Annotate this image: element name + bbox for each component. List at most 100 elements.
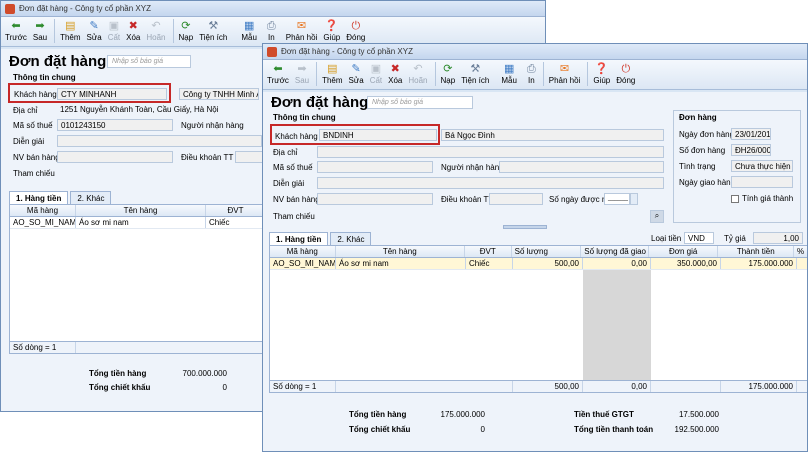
utility-button[interactable]: ⚒ Tiện ích <box>199 19 227 42</box>
panel-splitter[interactable] <box>503 225 547 229</box>
col-code-header[interactable]: Mã hàng <box>10 205 76 216</box>
quote-search-input[interactable]: Nhập số báo giá <box>367 96 473 109</box>
total-payment-label: Tổng tiền thanh toán <box>574 425 654 434</box>
cell-code: AO_SO_MI_NAM <box>10 217 76 228</box>
currency-select[interactable]: VND <box>684 232 714 244</box>
footer-spacer <box>336 381 513 392</box>
help-button[interactable]: ❓ Giúp <box>593 62 610 85</box>
explain-field[interactable] <box>317 177 664 189</box>
order-date-field[interactable]: 23/01/2016 <box>731 128 771 140</box>
help-icon: ❓ <box>324 20 339 32</box>
edit-button[interactable]: ✎ Sửa <box>87 19 102 42</box>
delete-button[interactable]: ✖ Xóa <box>126 19 140 42</box>
back-button[interactable]: ⬅ Trước <box>5 19 27 42</box>
col-qty-header[interactable]: Số lượng <box>512 246 582 257</box>
col-unit-header[interactable]: ĐVT <box>206 205 266 216</box>
explain-field[interactable] <box>57 135 262 147</box>
col-unit-header[interactable]: ĐVT <box>465 246 512 257</box>
col-percent-header[interactable]: % <box>794 246 807 257</box>
add-button[interactable]: ▤ Thêm <box>322 62 342 85</box>
salesperson-field[interactable] <box>317 193 433 205</box>
col-name-header[interactable]: Tên hàng <box>76 205 206 216</box>
search-icon: ⌕ <box>654 211 660 220</box>
customer-name-field[interactable]: Công ty TNHH Minh Anh <box>179 88 259 100</box>
print-icon: ⎙ <box>266 20 276 32</box>
section-order: Đơn hàng <box>679 113 717 122</box>
col-name-header[interactable]: Tên hàng <box>336 246 465 257</box>
col-code-header[interactable]: Mã hàng <box>270 246 336 257</box>
undo-button[interactable]: ↶ Hoãn <box>146 19 165 42</box>
power-icon: ⏻ <box>351 20 361 32</box>
table-row[interactable]: AO_SO_MI_NAM Áo sơ mi nam Chiếc 500,00 0… <box>270 258 807 270</box>
tab-other[interactable]: 2. Khác <box>70 191 112 205</box>
footer-spacer <box>651 381 721 392</box>
add-button[interactable]: ▤ Thêm <box>60 19 80 42</box>
receiver-label: Người nhận hàng <box>441 163 504 172</box>
rate-field[interactable]: 1,00 <box>753 232 803 244</box>
status-select[interactable]: Chưa thực hiện <box>731 160 793 172</box>
tab-other[interactable]: 2. Khác <box>330 232 372 246</box>
terms-field[interactable] <box>489 193 543 205</box>
add-document-icon: ▤ <box>327 63 338 75</box>
load-button[interactable]: ⟳ Nạp <box>441 62 456 85</box>
table-row[interactable]: AO_SO_MI_NAM Áo sơ mi nam Chiếc <box>10 217 270 229</box>
delivery-date-field[interactable] <box>731 176 793 188</box>
order-no-field[interactable]: ĐH26/0002 <box>731 144 771 156</box>
front-grid: Mã hàng Tên hàng ĐVT Số lượng Số lượng đ… <box>269 245 807 393</box>
total-payment-value: 192.500.000 <box>674 425 720 434</box>
col-delivered-header[interactable]: Số lượng đã giao <box>581 246 649 257</box>
close-button[interactable]: ⏻ Đóng <box>346 19 365 42</box>
help-button[interactable]: ❓ Giúp <box>323 19 340 42</box>
highlight-box <box>270 124 440 145</box>
calc-price-checkbox[interactable]: Tính giá thành <box>731 194 793 203</box>
print-icon: ⎙ <box>526 63 536 75</box>
col-price-header[interactable]: Đơn giá <box>649 246 719 257</box>
tax-code-field[interactable] <box>317 161 433 173</box>
col-amount-header[interactable]: Thành tiền <box>718 246 795 257</box>
total-goods-value: 175.000.000 <box>440 410 486 419</box>
front-toolbar: ⬅ Trước ➡ Sau ▤ Thêm ✎ Sửa ▣ Cất ✖ Xóa ↶ Hoãn ⟳… <box>263 60 807 90</box>
credit-days-field[interactable]: ______ <box>604 193 630 205</box>
feedback-button[interactable]: ✉ Phản hồi <box>549 62 581 85</box>
back-tabs: 1. Hàng tiền 2. Khác <box>9 191 113 205</box>
undo-button[interactable]: ↶ Hoãn <box>408 62 427 85</box>
terms-field[interactable] <box>235 151 265 163</box>
feedback-button[interactable]: ✉ Phản hồi <box>286 19 318 42</box>
save-button[interactable]: ▣ Cất <box>370 62 382 85</box>
template-button[interactable]: ▦ Mẫu <box>241 19 257 42</box>
utility-button[interactable]: ⚒ Tiện ích <box>461 62 489 85</box>
quote-search-input[interactable]: Nhập số báo giá <box>107 55 191 68</box>
vat-label: Tiền thuế GTGT <box>574 410 634 419</box>
app-icon <box>267 46 277 57</box>
load-button[interactable]: ⟳ Nạp <box>179 19 194 42</box>
close-button[interactable]: ⏻ Đóng <box>616 62 635 85</box>
save-button[interactable]: ▣ Cất <box>108 19 120 42</box>
edit-button[interactable]: ✎ Sửa <box>349 62 364 85</box>
footer-amount-total: 175.000.000 <box>721 381 797 392</box>
cell-delivered: 0,00 <box>583 258 651 269</box>
next-button[interactable]: ➡ Sau <box>295 62 309 85</box>
customer-name-field[interactable]: Bá Ngọc Đình <box>441 129 664 141</box>
tab-goods[interactable]: 1. Hàng tiền <box>269 232 329 246</box>
delete-button[interactable]: ✖ Xóa <box>388 62 402 85</box>
salesperson-label: NV bán hàng <box>273 195 320 204</box>
back-window-titlebar[interactable]: Đơn đặt hàng - Công ty cổ phần XYZ <box>1 1 545 17</box>
tab-goods[interactable]: 1. Hàng tiền <box>9 191 69 205</box>
back-button[interactable]: ⬅ Trước <box>267 62 289 85</box>
vat-value: 17.500.000 <box>678 410 719 419</box>
print-button[interactable]: ⎙ In <box>527 62 536 85</box>
cell-qty: 500,00 <box>513 258 583 269</box>
front-window-titlebar[interactable]: Đơn đặt hàng - Công ty cổ phần XYZ <box>263 44 807 60</box>
address-field[interactable] <box>317 146 664 158</box>
salesperson-field[interactable] <box>57 151 173 163</box>
template-button[interactable]: ▦ Mẫu <box>501 62 517 85</box>
receiver-field[interactable] <box>499 161 664 173</box>
credit-days-stepper[interactable] <box>630 193 638 205</box>
total-discount-label: Tổng chiết khấu <box>89 383 151 392</box>
next-button[interactable]: ➡ Sau <box>33 19 47 42</box>
reference-search-button[interactable]: ⌕ <box>650 210 664 223</box>
tax-code-field[interactable]: 0101243150 <box>57 119 173 131</box>
print-button[interactable]: ⎙ In <box>267 19 276 42</box>
footer-qty-total: 500,00 <box>513 381 583 392</box>
section-general: Thông tin chung <box>13 73 76 82</box>
